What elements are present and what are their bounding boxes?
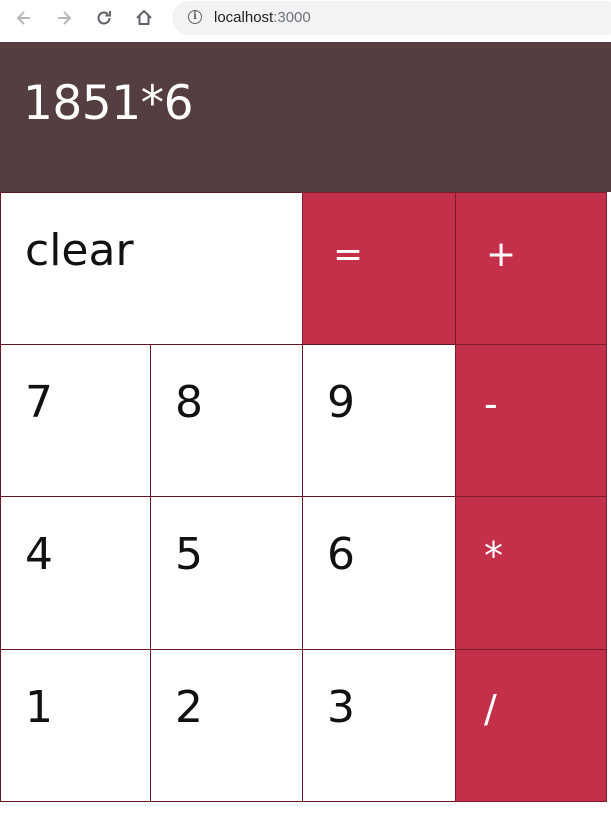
arrow-left-icon[interactable] [12, 6, 36, 30]
equals-button[interactable]: = [302, 192, 456, 345]
digit-6-button[interactable]: 6 [302, 496, 456, 650]
digit-8-button[interactable]: 8 [150, 344, 303, 497]
digit-2-button[interactable]: 2 [150, 649, 303, 802]
digit-1-button[interactable]: 1 [0, 649, 151, 802]
reload-icon[interactable] [92, 6, 116, 30]
calculator-display: 1851*6 [0, 42, 611, 192]
digit-5-button[interactable]: 5 [150, 496, 303, 650]
digit-7-button[interactable]: 7 [0, 344, 151, 497]
address-bar[interactable]: i localhost:3000 [172, 1, 611, 35]
digit-4-button[interactable]: 4 [0, 496, 151, 650]
arrow-right-icon[interactable] [52, 6, 76, 30]
digit-3-button[interactable]: 3 [302, 649, 456, 802]
digit-9-button[interactable]: 9 [302, 344, 456, 497]
browser-toolbar: i localhost:3000 [0, 0, 611, 42]
home-icon[interactable] [132, 6, 156, 30]
url-text[interactable]: localhost:3000 [214, 9, 311, 26]
clear-button[interactable]: clear [0, 192, 303, 345]
info-icon[interactable]: i [188, 10, 202, 24]
display-value: 1851*6 [23, 76, 194, 131]
plus-button[interactable]: + [455, 192, 607, 345]
divide-button[interactable]: / [455, 649, 607, 802]
multiply-button[interactable]: * [455, 496, 607, 650]
minus-button[interactable]: - [455, 344, 607, 497]
